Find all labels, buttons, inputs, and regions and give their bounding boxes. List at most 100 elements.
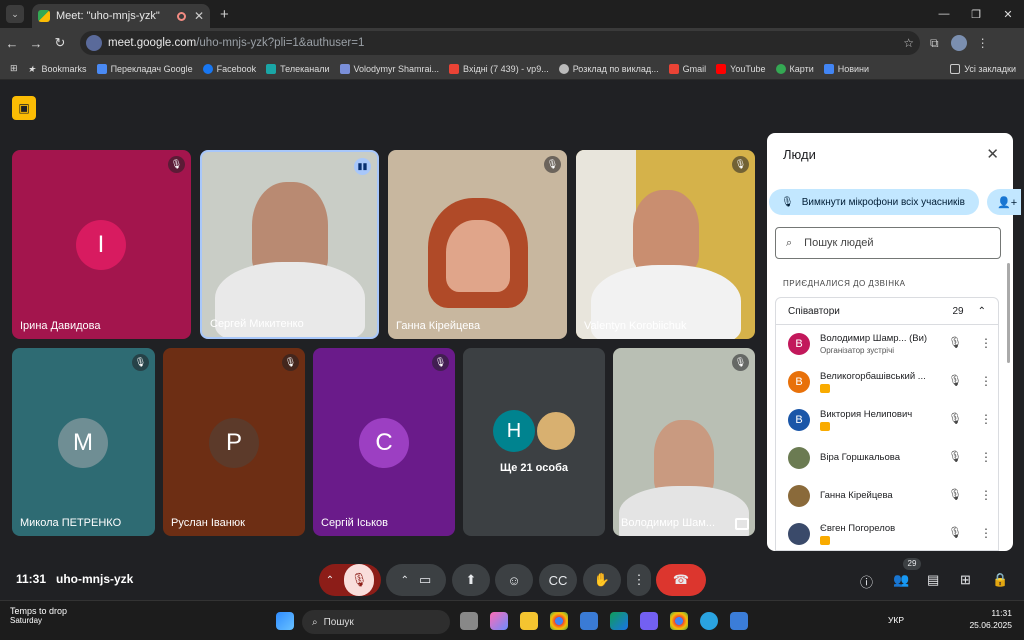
captions-button[interactable]: CC	[539, 564, 577, 596]
close-icon[interactable]: ✕	[986, 145, 999, 163]
camera-off-badge-icon[interactable]: ▣	[12, 96, 36, 120]
system-clock[interactable]: 11:31 25.06.2025	[969, 607, 1012, 631]
participant-tile[interactable]: 🎙 Ганна Кірейцева	[388, 150, 567, 339]
camera-icon[interactable]: ▭	[419, 572, 431, 588]
bookmark-item[interactable]: Volodymyr Shamrai...	[339, 63, 439, 74]
bookmark-item[interactable]: YouTube	[716, 63, 766, 74]
chrome-profile-icon[interactable]	[670, 612, 688, 630]
mic-off-icon[interactable]: 🎙	[948, 488, 962, 501]
chevron-up-icon[interactable]: ⌃	[326, 575, 334, 586]
participant-tile[interactable]: І 🎙 Ірина Давидова	[12, 150, 191, 339]
list-item[interactable]: В Володимир Шамр... (Ви) Організатор зус…	[776, 325, 998, 363]
bookmark-item[interactable]: Розклад по виклад...	[558, 63, 659, 74]
start-icon[interactable]	[276, 612, 294, 630]
mic-off-icon[interactable]: 🎙	[948, 336, 962, 349]
bookmark-item[interactable]: Gmail	[668, 63, 706, 74]
tab-search-button[interactable]: ⌄	[6, 5, 24, 23]
copilot-icon[interactable]	[490, 612, 508, 630]
participant-tile[interactable]: 🎙 Володимир Шам...	[613, 348, 755, 536]
mic-off-icon[interactable]: 🎙	[948, 374, 962, 387]
menu-icon[interactable]: ⋮	[977, 36, 989, 50]
bookmark-item[interactable]: ★ Bookmarks	[28, 64, 87, 74]
close-window-icon[interactable]: ✕	[992, 0, 1024, 28]
minimize-icon[interactable]: —	[928, 0, 960, 28]
scrollbar[interactable]	[1007, 263, 1010, 363]
participant-tile[interactable]: Р 🎙 Руслан Іванюк	[163, 348, 305, 536]
app-icon[interactable]	[730, 612, 748, 630]
chrome-icon[interactable]	[550, 612, 568, 630]
more-options-icon[interactable]: ⋮	[980, 412, 992, 426]
camera-control[interactable]: ⌃ ▭	[386, 564, 446, 596]
contributors-group[interactable]: Співавтори 29 ⌃	[775, 297, 999, 325]
store-icon[interactable]	[580, 612, 598, 630]
bookmark-item[interactable]: Вхідні (7 439) - vp9...	[449, 63, 549, 74]
bookmark-item[interactable]: Карти	[775, 63, 814, 74]
avatar-photo	[788, 447, 810, 469]
add-people-button[interactable]: 👤+	[987, 189, 1021, 215]
taskbar-search[interactable]: ⌕ Пошук	[302, 610, 450, 634]
task-view-icon[interactable]	[460, 612, 478, 630]
weather-widget[interactable]: Temps to drop Saturday	[10, 606, 67, 625]
list-item[interactable]: Віра Горшкальова 🎙 ⋮	[776, 439, 998, 477]
pin-icon[interactable]	[735, 518, 749, 530]
search-people-input[interactable]: ⌕ Пошук людей	[775, 227, 1001, 259]
telegram-icon[interactable]	[700, 612, 718, 630]
mic-off-icon[interactable]: 🎙	[344, 564, 375, 596]
site-info-icon[interactable]	[86, 35, 102, 51]
activities-icon[interactable]: ⊞	[960, 572, 971, 588]
viber-icon[interactable]	[640, 612, 658, 630]
bookmark-item[interactable]: Телеканали	[266, 63, 330, 74]
more-options-icon[interactable]: ⋮	[980, 526, 992, 540]
people-icon[interactable]: 👥	[893, 572, 909, 588]
more-options-button[interactable]: ⋮	[627, 564, 651, 596]
bookmark-item[interactable]: Новини	[823, 63, 869, 74]
bookmark-star-icon[interactable]: ☆	[903, 36, 914, 50]
participant-tile[interactable]: 🎙 Valentyn Korobiichuk	[576, 150, 755, 339]
chevron-up-icon[interactable]: ⌃	[978, 306, 986, 317]
list-item[interactable]: Євген Погорелов 🎙 ⋮	[776, 515, 998, 550]
input-language[interactable]: УКР	[888, 615, 904, 625]
extensions-icon[interactable]: ⧉	[930, 36, 939, 51]
tab-meet[interactable]: Meet: "uho-mnjs-yzk" ✕	[32, 4, 210, 28]
all-bookmarks-folder[interactable]: Усі закладки	[950, 63, 1016, 74]
file-explorer-icon[interactable]	[520, 612, 538, 630]
back-icon[interactable]: ←	[0, 36, 24, 51]
list-item[interactable]: В Виктория Нелипович 🎙 ⋮	[776, 401, 998, 439]
reload-icon[interactable]: ↻	[48, 35, 72, 51]
present-button[interactable]: ⬆	[452, 564, 490, 596]
forward-icon[interactable]: →	[24, 36, 48, 51]
people-count-badge: 29	[903, 558, 921, 570]
mic-control[interactable]: ⌃ 🎙	[319, 564, 381, 596]
participant-tile[interactable]: С 🎙 Сергій Іськов	[313, 348, 455, 536]
mic-off-icon[interactable]: 🎙	[948, 450, 962, 463]
more-options-icon[interactable]: ⋮	[980, 336, 992, 350]
chevron-up-icon[interactable]: ⌃	[401, 575, 409, 586]
address-bar[interactable]: meet.google.com /uho-mnjs-yzk?pli=1&auth…	[80, 31, 920, 55]
mic-off-icon[interactable]: 🎙	[948, 412, 962, 425]
mute-all-button[interactable]: 🎙 Вимкнути мікрофони всіх учасників	[769, 189, 979, 215]
bookmark-item[interactable]: Перекладач Google	[96, 63, 193, 74]
more-options-icon[interactable]: ⋮	[980, 488, 992, 502]
host-controls-icon[interactable]: 🔒	[992, 572, 1008, 588]
mic-off-icon[interactable]: 🎙	[948, 526, 962, 539]
list-item[interactable]: В Великогорбашівський ... 🎙 ⋮	[776, 363, 998, 401]
bookmark-item[interactable]: Facebook	[202, 63, 256, 74]
edge-icon[interactable]	[610, 612, 628, 630]
raise-hand-button[interactable]: ✋	[583, 564, 621, 596]
new-tab-button[interactable]: +	[220, 6, 229, 23]
apps-icon[interactable]: ⊞	[10, 63, 18, 74]
bookmark-label: Телеканали	[280, 63, 330, 74]
maximize-icon[interactable]: ❐	[960, 0, 992, 28]
chat-icon[interactable]: ▤	[927, 572, 939, 588]
info-icon[interactable]: ⓘ	[860, 572, 873, 591]
profile-avatar[interactable]	[950, 35, 967, 51]
participant-tile[interactable]: ▮▮ Сергей Микитенко	[200, 150, 379, 339]
close-tab-icon[interactable]: ✕	[194, 9, 204, 23]
more-participants-tile[interactable]: Н Ще 21 особа	[463, 348, 605, 536]
more-options-icon[interactable]: ⋮	[980, 374, 992, 388]
participant-tile[interactable]: М 🎙 Микола ПЕТРЕНКО	[12, 348, 155, 536]
leave-call-button[interactable]: ☎	[656, 564, 706, 596]
more-options-icon[interactable]: ⋮	[980, 450, 992, 464]
reactions-button[interactable]: ☺	[495, 564, 533, 596]
list-item[interactable]: Ганна Кірейцева 🎙 ⋮	[776, 477, 998, 515]
